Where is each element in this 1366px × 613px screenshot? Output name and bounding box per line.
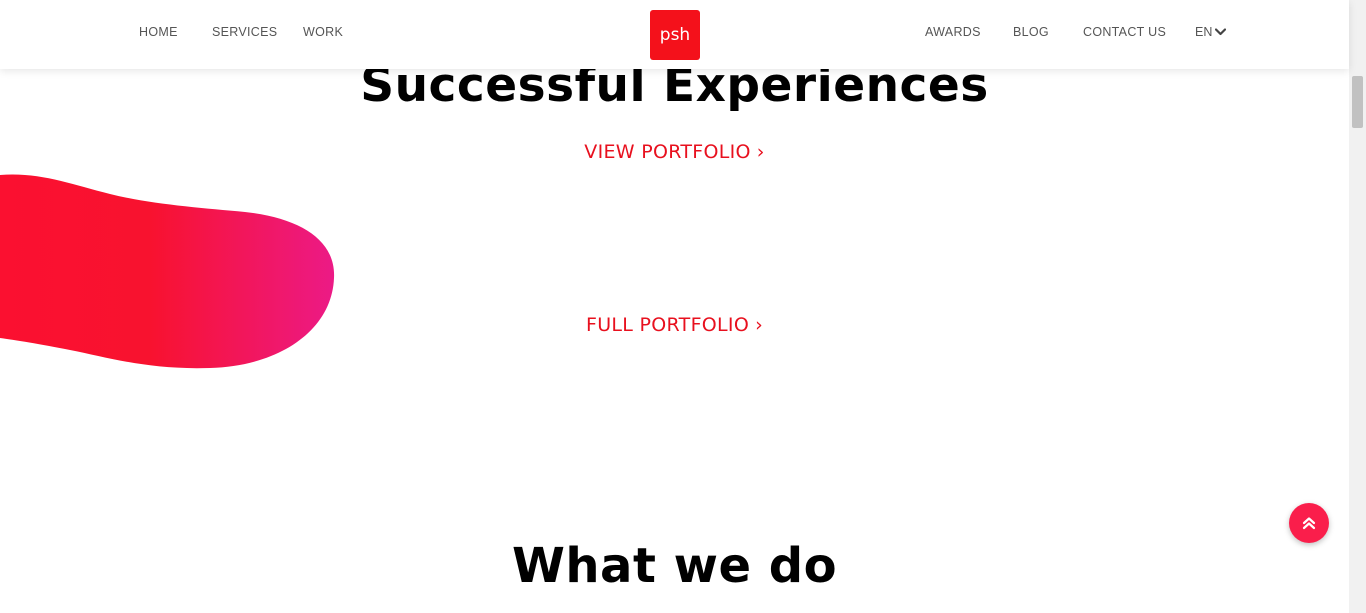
- decorative-blob: [0, 174, 335, 369]
- view-portfolio-label: VIEW PORTFOLIO: [584, 141, 751, 163]
- logo-mark: psh: [660, 25, 690, 45]
- vertical-scrollbar[interactable]: [1349, 0, 1366, 613]
- page: Successful Experiences VIEW PORTFOLIO › F…: [0, 0, 1366, 613]
- full-portfolio-link[interactable]: FULL PORTFOLIO ›: [0, 314, 1349, 336]
- nav-awards[interactable]: AWARDS: [925, 25, 981, 39]
- view-portfolio-link[interactable]: VIEW PORTFOLIO ›: [0, 141, 1349, 163]
- scrollbar-thumb[interactable]: [1352, 76, 1363, 128]
- language-selector[interactable]: EN: [1195, 25, 1227, 39]
- double-chevron-up-icon: [1302, 517, 1316, 530]
- nav-blog[interactable]: BLOG: [1013, 25, 1049, 39]
- site-header: HOME SERVICES WORK psh AWARDS BLOG CONTA…: [0, 0, 1349, 69]
- nav-work[interactable]: WORK: [303, 25, 343, 39]
- nav-contact-us[interactable]: CONTACT US: [1083, 25, 1166, 39]
- logo[interactable]: psh: [650, 10, 700, 60]
- language-label: EN: [1195, 25, 1213, 39]
- chevron-down-icon: [1215, 28, 1227, 36]
- full-portfolio-label: FULL PORTFOLIO: [585, 314, 750, 336]
- nav-services[interactable]: SERVICES: [212, 25, 277, 39]
- svg-text:psh: psh: [660, 25, 690, 45]
- chevron-right-icon: ›: [756, 141, 765, 163]
- section-heading: What we do: [511, 538, 838, 594]
- back-to-top-button[interactable]: [1289, 503, 1329, 543]
- nav-home[interactable]: HOME: [139, 25, 178, 39]
- chevron-right-icon: ›: [755, 314, 764, 336]
